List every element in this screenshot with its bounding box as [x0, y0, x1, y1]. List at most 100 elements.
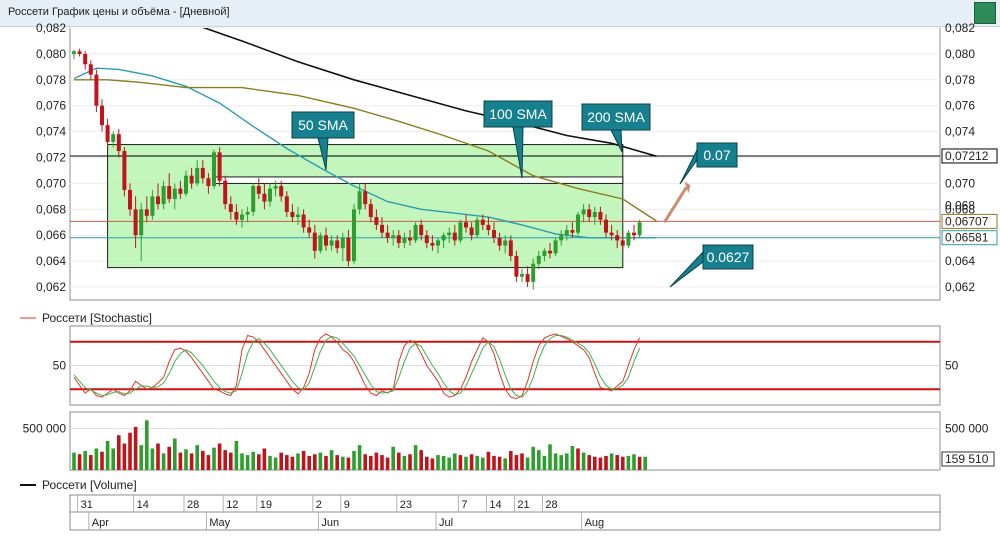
volume-bar	[245, 455, 250, 470]
volume-tick-left: 500 000	[23, 422, 67, 436]
volume-bar	[425, 456, 429, 470]
candle	[408, 237, 412, 241]
volume-bar	[565, 453, 569, 470]
candle	[178, 188, 183, 194]
volume-bar	[307, 455, 311, 470]
volume-bar	[240, 453, 244, 470]
candle	[514, 255, 519, 277]
volume-bar	[497, 456, 502, 470]
candle	[396, 235, 401, 244]
candle	[441, 235, 446, 241]
y-tick-left: 0,064	[36, 254, 66, 268]
volume-bar	[346, 457, 351, 470]
candle	[592, 211, 597, 218]
volume-bar	[385, 457, 390, 470]
volume-bar	[324, 455, 328, 470]
volume-bar	[553, 453, 558, 470]
day-label: 23	[400, 499, 412, 511]
volume-bar	[570, 445, 575, 470]
y-tick-right: 0,076	[945, 99, 975, 113]
volume-bar	[318, 452, 323, 470]
volume-bar	[72, 452, 76, 470]
candle	[72, 51, 76, 54]
candle	[559, 235, 564, 241]
volume-bar	[105, 441, 110, 470]
volume-bar	[223, 450, 227, 470]
volume-bar	[178, 452, 183, 470]
candle	[144, 209, 149, 216]
volume-legend: Россети [Volume]	[42, 478, 137, 492]
volume-bar	[335, 455, 339, 470]
volume-bar	[486, 451, 491, 470]
candle	[363, 191, 368, 205]
volume-bar	[341, 456, 345, 470]
volume-bar	[637, 456, 642, 470]
y-tick-right: 0,078	[945, 73, 975, 87]
candle	[228, 204, 233, 212]
month-label: Aug	[585, 517, 605, 529]
candle	[100, 105, 104, 126]
candle	[503, 240, 508, 246]
candle	[380, 224, 384, 233]
candle	[497, 237, 502, 246]
volume-bar	[206, 455, 211, 470]
chart-window: Россети График цены и объёма - [Дневной]…	[0, 0, 1000, 547]
volume-bar	[167, 446, 171, 470]
candle	[531, 263, 536, 282]
candle	[604, 219, 608, 233]
candle	[217, 152, 222, 181]
candle	[480, 219, 485, 225]
candle	[508, 240, 513, 256]
candle	[609, 232, 614, 236]
y-tick-left: 0,062	[36, 280, 66, 294]
price-label: 0,06707	[945, 214, 989, 228]
volume-bar	[161, 453, 166, 470]
volume-bar	[598, 457, 603, 470]
volume-bar	[531, 446, 535, 470]
day-label: 31	[81, 499, 93, 511]
candle	[368, 204, 373, 218]
candle	[581, 209, 586, 215]
candle	[240, 214, 244, 220]
volume-bar	[89, 455, 93, 470]
candle	[105, 125, 110, 142]
price-label: 0,07212	[945, 149, 989, 163]
day-label: 14	[489, 499, 501, 511]
volume-bar	[514, 455, 519, 470]
volume-bar	[262, 448, 267, 470]
volume-bar	[369, 455, 373, 470]
candle	[570, 230, 575, 233]
volume-bar	[229, 452, 233, 470]
candle	[520, 274, 524, 277]
volume-bar	[380, 455, 384, 470]
volume-bar	[604, 455, 608, 470]
volume-bar	[643, 456, 647, 470]
candle	[637, 222, 642, 236]
volume-bar	[301, 450, 306, 470]
candle	[245, 211, 250, 215]
volume-bar	[290, 456, 295, 470]
candle	[374, 217, 379, 225]
volume-bar	[117, 435, 121, 470]
candle	[116, 134, 121, 152]
candle	[279, 186, 284, 197]
candle	[94, 74, 99, 106]
candle	[391, 235, 396, 238]
y-tick-right: 0,064	[945, 254, 975, 268]
volume-bar	[559, 455, 563, 470]
month-label: May	[209, 517, 230, 529]
volume-bar	[503, 458, 507, 470]
candle	[430, 243, 435, 246]
candle	[620, 240, 625, 246]
volume-bar	[156, 443, 160, 470]
volume-bar	[391, 446, 395, 470]
volume-bar	[217, 443, 222, 470]
callout-label: 200 SMA	[587, 109, 645, 125]
y-tick-right: 0,074	[945, 125, 975, 139]
volume-bar	[464, 456, 468, 470]
y-tick-right: 0,070	[945, 176, 975, 190]
volume-bar	[520, 453, 524, 470]
volume-bar	[77, 454, 82, 470]
candle	[419, 224, 424, 236]
candle	[212, 152, 216, 187]
